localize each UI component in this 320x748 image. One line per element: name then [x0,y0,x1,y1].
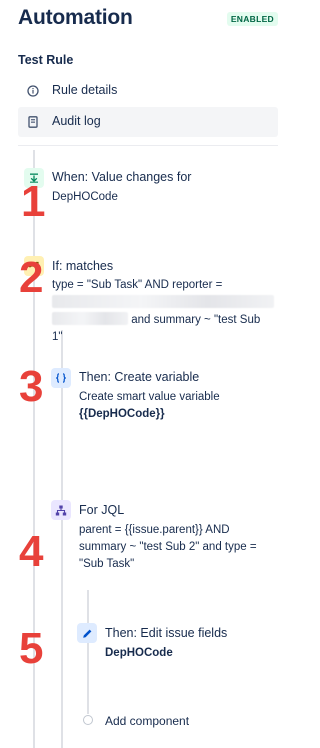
step-number-2: 2 [19,253,44,302]
redacted-text [52,295,274,308]
step-number-5: 5 [19,624,44,673]
variable-name: {{DepHOCode}} [79,408,165,420]
flow-line-branch [61,330,63,748]
step-number-4: 4 [19,527,44,576]
condition-line-4: 1" [52,331,63,343]
component-title: When: Value changes for [52,170,192,184]
component-subtitle: Create smart value variable [79,391,220,403]
component-title: If: matches [52,259,114,273]
add-component-dot[interactable] [83,715,93,725]
hierarchy-icon [51,500,71,520]
info-icon [27,84,39,97]
menu-item-rule-details[interactable]: Rule details [18,76,278,106]
flow-line-nested [87,590,89,714]
jql-line-2: summary ~ "test Sub 2" and type = [79,541,257,553]
condition-line-3-text: and summary ~ "test Sub [131,314,261,326]
add-component-button[interactable]: Add component [105,714,189,728]
jql-line-3: "Sub Task" [79,558,135,570]
braces-icon [51,368,71,388]
divider [18,145,278,146]
component-title: For JQL [79,503,125,517]
pencil-icon [77,623,97,643]
condition-line-1: type = "Sub Task" AND reporter = [52,279,223,291]
menu-item-label: Audit log [52,114,101,128]
header: Automation ENABLED [18,6,278,36]
step-number-1: 1 [21,177,46,226]
component-title: Then: Create variable [79,370,200,384]
status-badge: ENABLED [226,12,278,26]
page-title: Automation [18,6,133,29]
menu-item-label: Rule details [52,83,118,97]
step-number-3: 3 [19,362,44,411]
field-name: DepHOCode [105,647,173,659]
condition-line-2 [52,295,274,311]
component-detail: DepHOCode [52,191,118,203]
condition-line-3: and summary ~ "test Sub [52,312,260,328]
redacted-text [52,312,128,325]
rule-name: Test Rule [18,53,74,67]
menu-item-audit-log[interactable]: Audit log [18,107,278,137]
document-icon [27,115,39,128]
component-title: Then: Edit issue fields [105,626,228,640]
jql-line-1: parent = {{issue.parent}} AND [79,524,230,536]
